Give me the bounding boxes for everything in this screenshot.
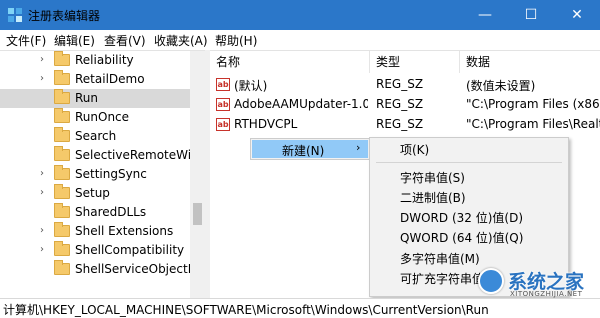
menu-favorites[interactable]: 收藏夹(A) bbox=[154, 32, 208, 49]
value-data: "C:\Program Files\Realte bbox=[466, 117, 600, 131]
submenu-separator bbox=[376, 162, 562, 163]
folder-icon bbox=[54, 127, 70, 142]
column-header-data[interactable]: 数据 bbox=[460, 51, 600, 73]
submenu-item[interactable]: QWORD (64 位)值(Q) bbox=[400, 229, 523, 246]
value-type: REG_SZ bbox=[376, 117, 424, 131]
tree-item-label: ShellServiceObjectDe bbox=[75, 262, 205, 276]
tree-item-label: Search bbox=[75, 129, 117, 143]
folder-icon bbox=[54, 70, 70, 85]
menu-file[interactable]: 文件(F) bbox=[6, 32, 46, 49]
column-header-type[interactable]: 类型 bbox=[370, 51, 460, 73]
watermark-logo bbox=[478, 268, 504, 294]
tree-item[interactable]: Run bbox=[0, 89, 190, 108]
submenu-item[interactable]: 字符串值(S) bbox=[400, 169, 465, 186]
tree-item[interactable]: SelectiveRemoteWipe bbox=[0, 146, 205, 165]
tree-item[interactable]: › RetailDemo bbox=[0, 70, 190, 89]
folder-icon bbox=[54, 203, 70, 218]
chevron-right-icon[interactable]: › bbox=[40, 73, 50, 84]
value-row[interactable]: ab (默认) REG_SZ (数值未设置) bbox=[210, 75, 600, 95]
value-name: RTHDVCPL bbox=[234, 117, 298, 131]
regedit-icon bbox=[8, 8, 22, 22]
folder-icon bbox=[54, 165, 70, 180]
string-value-icon: ab bbox=[216, 98, 230, 111]
tree-item-label: ShellCompatibility bbox=[75, 243, 185, 257]
chevron-right-icon[interactable]: › bbox=[40, 168, 50, 179]
string-value-icon: ab bbox=[216, 118, 230, 131]
value-type: REG_SZ bbox=[376, 97, 424, 111]
window-title: 注册表编辑器 bbox=[28, 9, 101, 23]
tree-item-label: SelectiveRemoteWipe bbox=[75, 148, 205, 162]
maximize-button[interactable]: ☐ bbox=[508, 0, 554, 30]
value-data: (数值未设置) bbox=[466, 79, 536, 93]
value-name: AdobeAAMUpdater-1.0 bbox=[234, 97, 368, 111]
tree-item-label: Run bbox=[75, 91, 99, 105]
menu-edit[interactable]: 编辑(E) bbox=[54, 32, 95, 49]
tree-item-label: RetailDemo bbox=[75, 72, 145, 86]
folder-icon bbox=[54, 241, 70, 256]
folder-icon bbox=[54, 222, 70, 237]
minimize-button[interactable]: — bbox=[462, 0, 508, 30]
value-row[interactable]: ab AdobeAAMUpdater-1.0 REG_SZ "C:\Program F… bbox=[210, 95, 600, 115]
folder-icon bbox=[54, 51, 70, 66]
chevron-right-icon[interactable]: › bbox=[40, 225, 50, 236]
tree-item[interactable]: › Reliability bbox=[0, 51, 190, 70]
menu-help[interactable]: 帮助(H) bbox=[215, 32, 257, 49]
value-type: REG_SZ bbox=[376, 77, 424, 91]
chevron-right-icon[interactable]: › bbox=[40, 244, 50, 255]
folder-icon bbox=[54, 89, 70, 104]
tree-item[interactable]: SharedDLLs bbox=[0, 203, 190, 222]
folder-icon bbox=[54, 108, 70, 123]
tree-scrollbar[interactable] bbox=[190, 51, 205, 298]
value-data: "C:\Program Files (x86)\C bbox=[466, 97, 600, 111]
tree-item[interactable]: ShellServiceObjectDe bbox=[0, 260, 204, 279]
value-row[interactable]: ab RTHDVCPL REG_SZ "C:\Program Files\Realte bbox=[210, 115, 600, 135]
tree-item-label: SettingSync bbox=[75, 167, 147, 181]
tree-item[interactable]: Search bbox=[0, 127, 190, 146]
submenu-item[interactable]: DWORD (32 位)值(D) bbox=[400, 209, 523, 226]
chevron-right-icon[interactable]: › bbox=[40, 54, 50, 65]
folder-icon bbox=[54, 146, 70, 161]
tree-item[interactable]: › Setup bbox=[0, 184, 190, 203]
close-button[interactable]: ✕ bbox=[554, 0, 600, 30]
submenu-item[interactable]: 二进制值(B) bbox=[400, 189, 466, 206]
chevron-right-icon[interactable]: › bbox=[40, 187, 50, 198]
string-value-icon: ab bbox=[216, 78, 230, 91]
column-header-name[interactable]: 名称 bbox=[210, 51, 370, 73]
tree-item-label: RunOnce bbox=[75, 110, 130, 124]
menu-bar: 文件(F) 编辑(E) 查看(V) 收藏夹(A) 帮助(H) bbox=[0, 30, 600, 50]
tree-item-label: SharedDLLs bbox=[75, 205, 147, 219]
tree-item[interactable]: › Shell Extensions bbox=[0, 222, 190, 241]
folder-icon bbox=[54, 260, 70, 275]
tree-item-label: Setup bbox=[75, 186, 110, 200]
tree-item[interactable]: › ShellCompatibility bbox=[0, 241, 190, 260]
folder-icon bbox=[54, 184, 70, 199]
tree-item-label: Shell Extensions bbox=[75, 224, 174, 238]
tree-scrollbar-thumb[interactable] bbox=[193, 203, 202, 225]
tree-item-label: Reliability bbox=[75, 53, 134, 67]
status-path: 计算机\HKEY_LOCAL_MACHINE\SOFTWARE\Microsof… bbox=[3, 303, 489, 317]
submenu-item[interactable]: 多字符串值(M) bbox=[400, 250, 480, 267]
submenu-item[interactable]: 项(K) bbox=[400, 141, 429, 158]
watermark-subtext: XITONGZHIJIA.NET bbox=[510, 290, 583, 298]
tree-item[interactable]: › SettingSync bbox=[0, 165, 190, 184]
menu-view[interactable]: 查看(V) bbox=[104, 32, 146, 49]
tree-item[interactable]: RunOnce bbox=[0, 108, 190, 127]
chevron-right-icon: › bbox=[356, 141, 361, 154]
value-name: (默认) bbox=[234, 79, 268, 93]
key-tree[interactable]: › Reliability › RetailDemo Run RunOnce Search S… bbox=[0, 50, 205, 298]
context-menu-new-label: 新建(N) bbox=[282, 144, 325, 158]
